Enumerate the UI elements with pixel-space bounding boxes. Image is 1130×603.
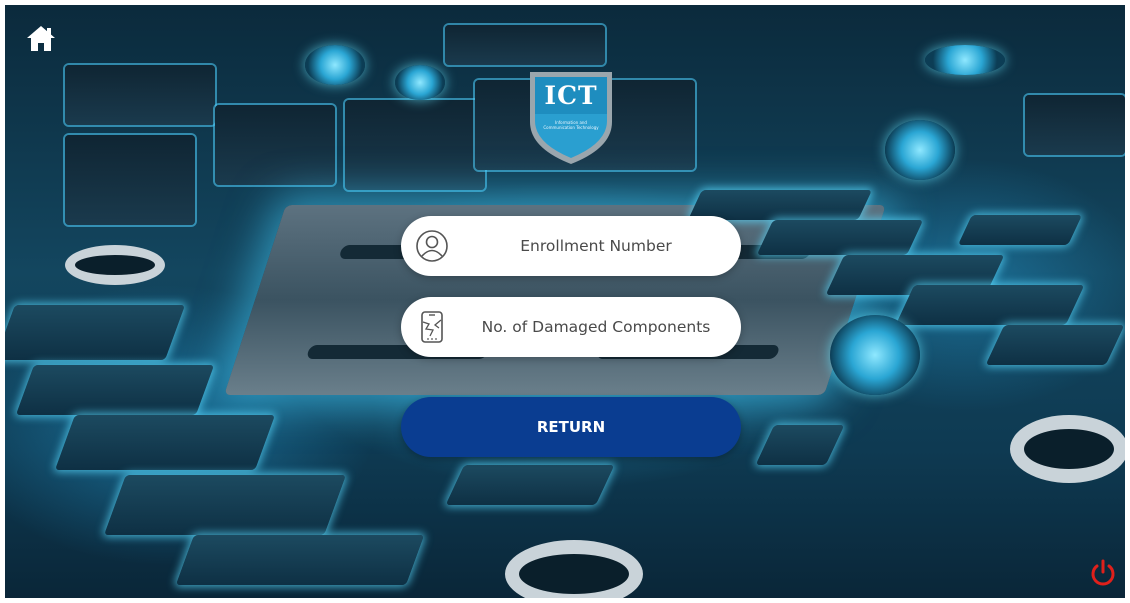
damaged-components-field[interactable]: No. of Damaged Components [401, 297, 741, 357]
decor-chip [65, 65, 215, 125]
broken-phone-icon [421, 311, 443, 343]
decor-chip [985, 325, 1125, 365]
decor-chip [15, 365, 215, 415]
enrollment-number-field[interactable]: Enrollment Number [401, 216, 741, 276]
decor-chip [65, 135, 195, 225]
decor-chip [756, 220, 924, 255]
decor-chip [445, 25, 605, 65]
damaged-components-label: No. of Damaged Components [481, 318, 711, 336]
home-icon [27, 26, 55, 51]
decor-capacitor [305, 45, 365, 85]
decor-capacitor [830, 315, 920, 395]
decor-chip [175, 535, 425, 585]
decor-ring [1010, 415, 1125, 483]
decor-capacitor [885, 120, 955, 180]
return-button[interactable]: RETURN [401, 397, 741, 457]
decor-chip [54, 415, 276, 470]
power-button[interactable] [1088, 558, 1118, 588]
decor-chip [345, 100, 485, 190]
logo-subtitle: Information and Communication Technology [543, 120, 599, 130]
home-button[interactable] [24, 22, 58, 56]
decor-ring [65, 245, 165, 285]
enrollment-number-label: Enrollment Number [520, 237, 672, 255]
logo-title: ICT [544, 81, 598, 110]
decor-ring [505, 540, 643, 598]
user-icon [416, 230, 448, 262]
decor-chip [104, 475, 346, 535]
decor-chip [755, 425, 845, 465]
decor-chip [1025, 95, 1125, 155]
decor-chip [215, 105, 335, 185]
decor-capacitor [395, 65, 445, 100]
power-icon [1091, 559, 1115, 586]
decor-chip [445, 465, 615, 505]
decor-chip [895, 285, 1085, 325]
ict-logo: ICT Information and Communication Techno… [526, 70, 616, 166]
decor-chip [958, 215, 1082, 245]
decor-capacitor [925, 45, 1005, 75]
decor-chip [5, 305, 186, 360]
